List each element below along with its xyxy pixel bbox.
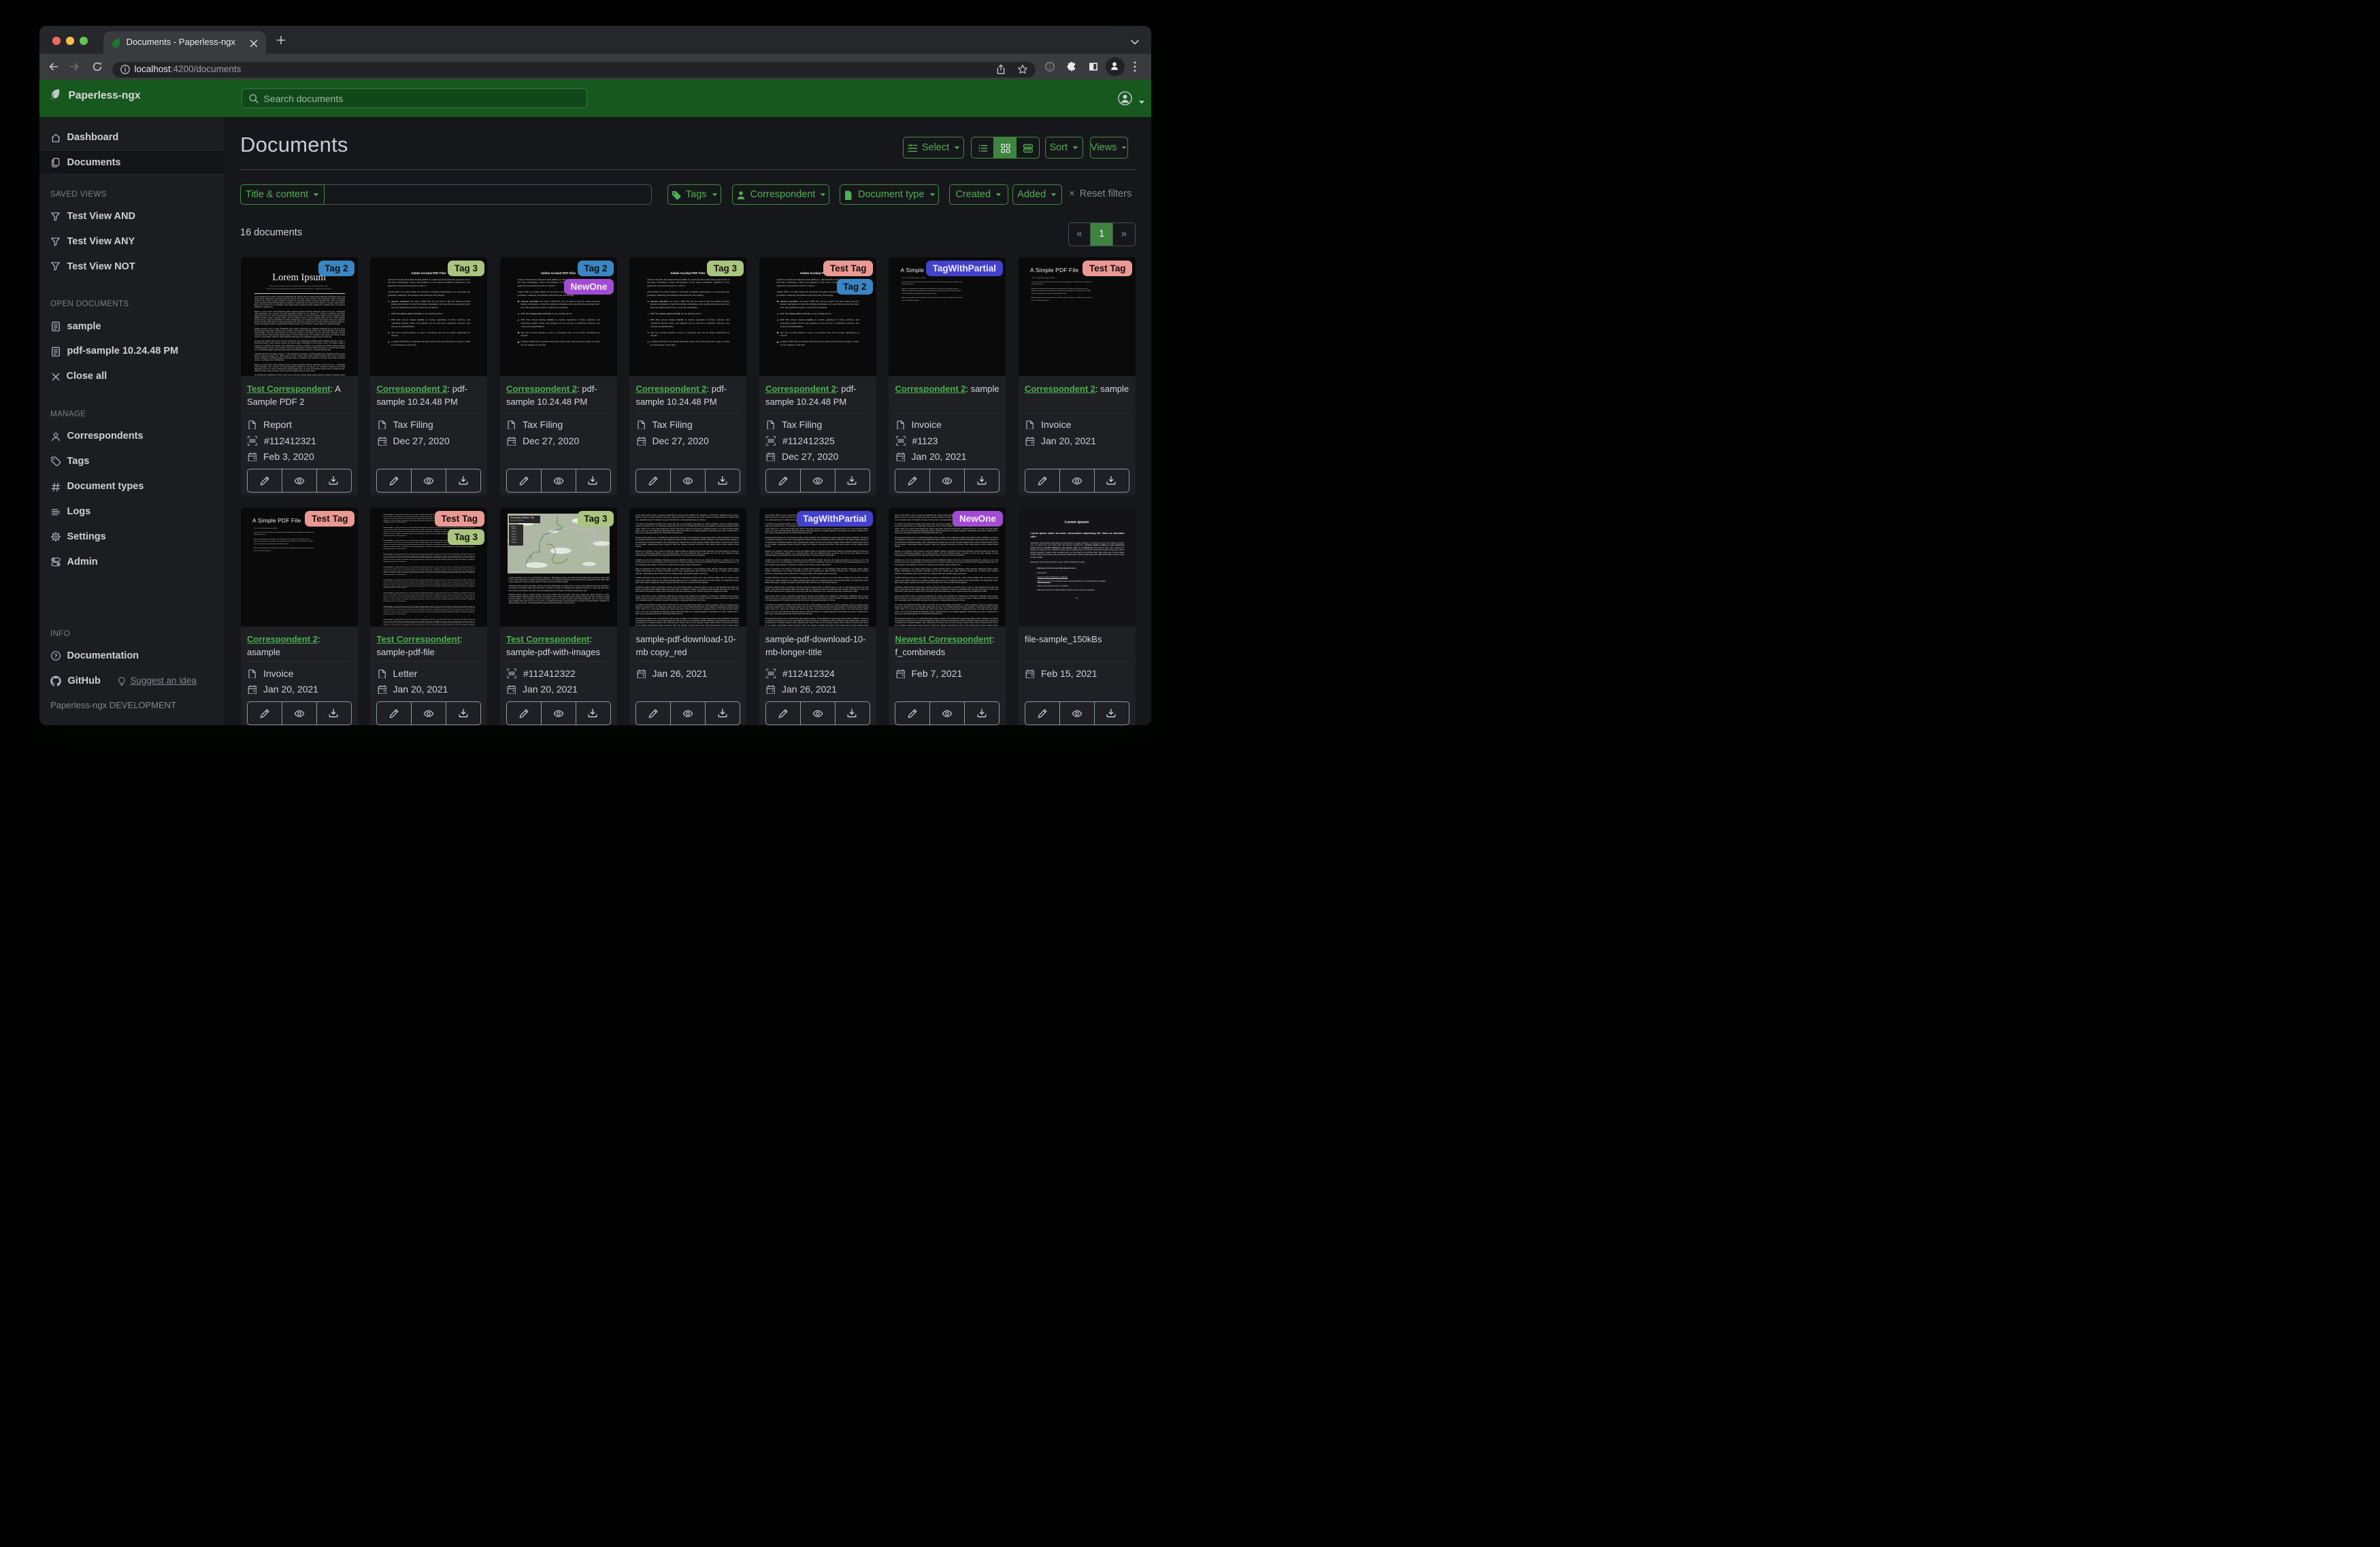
svg-text:?: ?: [54, 652, 57, 659]
svg-text:1: 1: [1048, 63, 1051, 69]
